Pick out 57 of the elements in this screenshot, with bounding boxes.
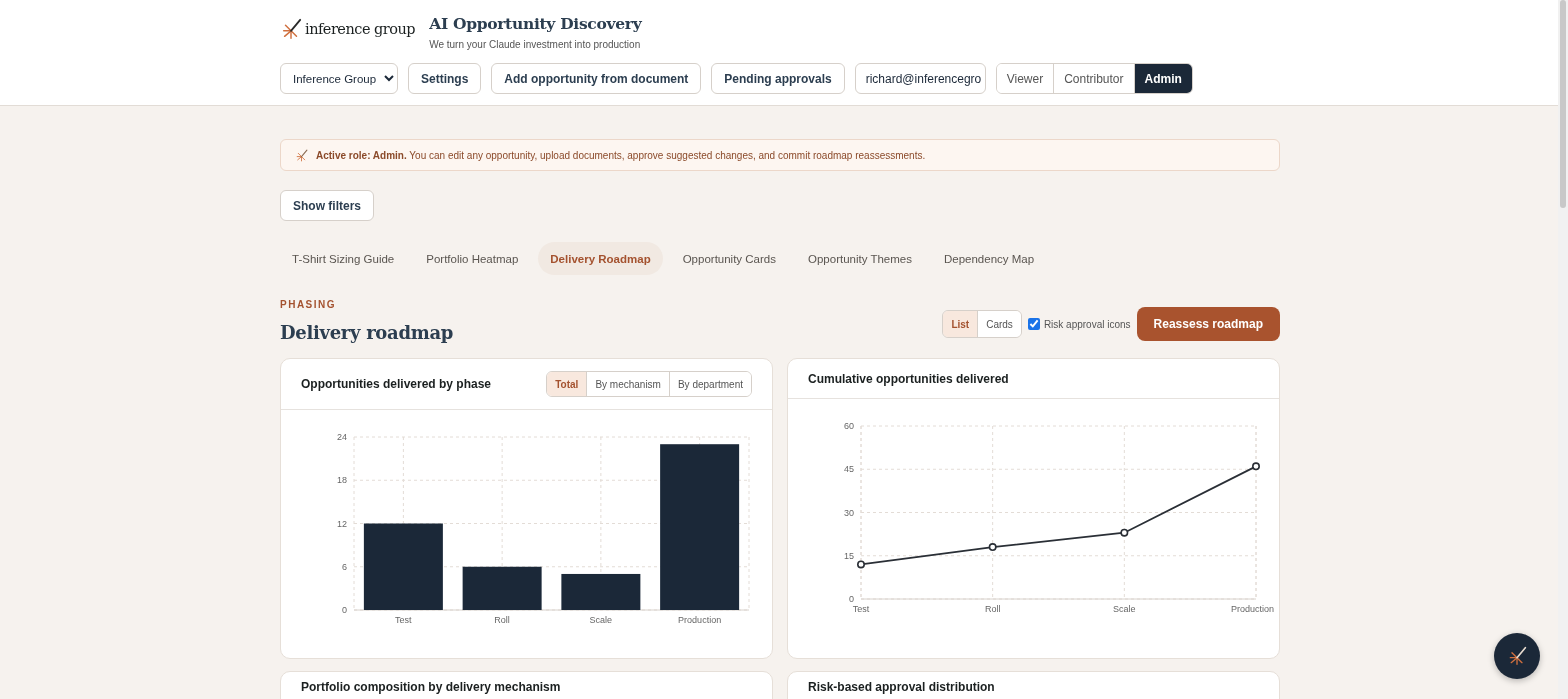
toolbar-button[interactable]: Pending approvals [711,63,845,94]
feather-icon [295,148,308,162]
axis-tick-label: 0 [342,605,347,615]
axis-tick-label: 60 [844,421,854,431]
section-eyebrow: PHASING [280,299,338,310]
axis-tick-label: 12 [337,518,347,529]
scrollbar-thumb[interactable] [1560,0,1566,208]
chart-title: Cumulative opportunities delivered [808,371,1009,386]
assistant-button[interactable] [1494,633,1540,679]
logo-icon [280,18,302,40]
axis-tick-label: 30 [844,507,854,518]
brand-name: inference group [305,21,416,37]
risk-icons-checkbox[interactable] [1027,318,1040,330]
chart-mode-option[interactable]: By department [668,372,751,396]
app-title: AI Opportunity Discovery [429,14,642,33]
section-title: Delivery roadmap [280,322,454,343]
axis-tick-label: 0 [849,594,854,604]
axis-category-label: Roll [984,604,1001,614]
checkbox-label: Risk approval icons [1043,318,1131,330]
view-toggle[interactable]: List [943,311,978,337]
data-point [988,543,997,552]
tab[interactable]: T-Shirt Sizing Guide [280,242,407,275]
toolbar-button[interactable]: Settings [408,63,482,94]
axis-category-label: Production [1230,604,1274,614]
data-point [857,560,865,569]
tab[interactable]: Opportunity Themes [796,242,924,275]
axis-category-label: Roll [494,615,510,625]
axis-tick-label: 45 [844,464,854,475]
show-filters-button[interactable]: Show filters [280,190,374,221]
role-option[interactable]: Admin [1133,64,1192,93]
reassess-roadmap-button[interactable]: Reassess roadmap [1136,307,1280,341]
data-point [1120,528,1129,537]
axis-category-label: Test [852,604,870,614]
axis-category-label: Production [678,615,722,625]
axis-tick-label: 18 [337,475,347,486]
axis-category-label: Scale [1113,604,1136,614]
axis-tick-label: 24 [337,432,347,442]
organization-select[interactable]: Inference Group [280,63,398,94]
tab[interactable]: Delivery Roadmap [538,242,663,275]
chart-title: Opportunities delivered by phase [301,377,492,391]
data-point [1252,462,1260,471]
tab[interactable]: Portfolio Heatmap [414,242,531,275]
view-toggle[interactable]: Cards [977,311,1021,337]
starburst-icon [1507,646,1527,666]
chart-title: Risk-based approval distribution [808,681,995,693]
tab[interactable]: Opportunity Cards [670,242,788,275]
toolbar-button[interactable]: Add opportunity from document [491,63,702,94]
axis-category-label: Test [395,615,412,625]
chart-title: Portfolio composition by delivery mechanism [301,681,561,693]
banner-text: Active role: Admin. You can edit any opportunity, upload documents, approve suggested changes, and commit roadmap reassessments. [316,149,926,161]
tab[interactable]: Dependency Map [932,242,1047,275]
axis-tick-label: 6 [342,561,347,572]
axis-tick-label: 15 [844,550,854,561]
chart-mode-option[interactable]: Total [547,372,587,396]
app-subtitle: We turn your Claude investment into production [429,39,642,50]
user-email-field[interactable]: richard@inferencegro [854,63,986,94]
axis-category-label: Scale [589,615,613,625]
